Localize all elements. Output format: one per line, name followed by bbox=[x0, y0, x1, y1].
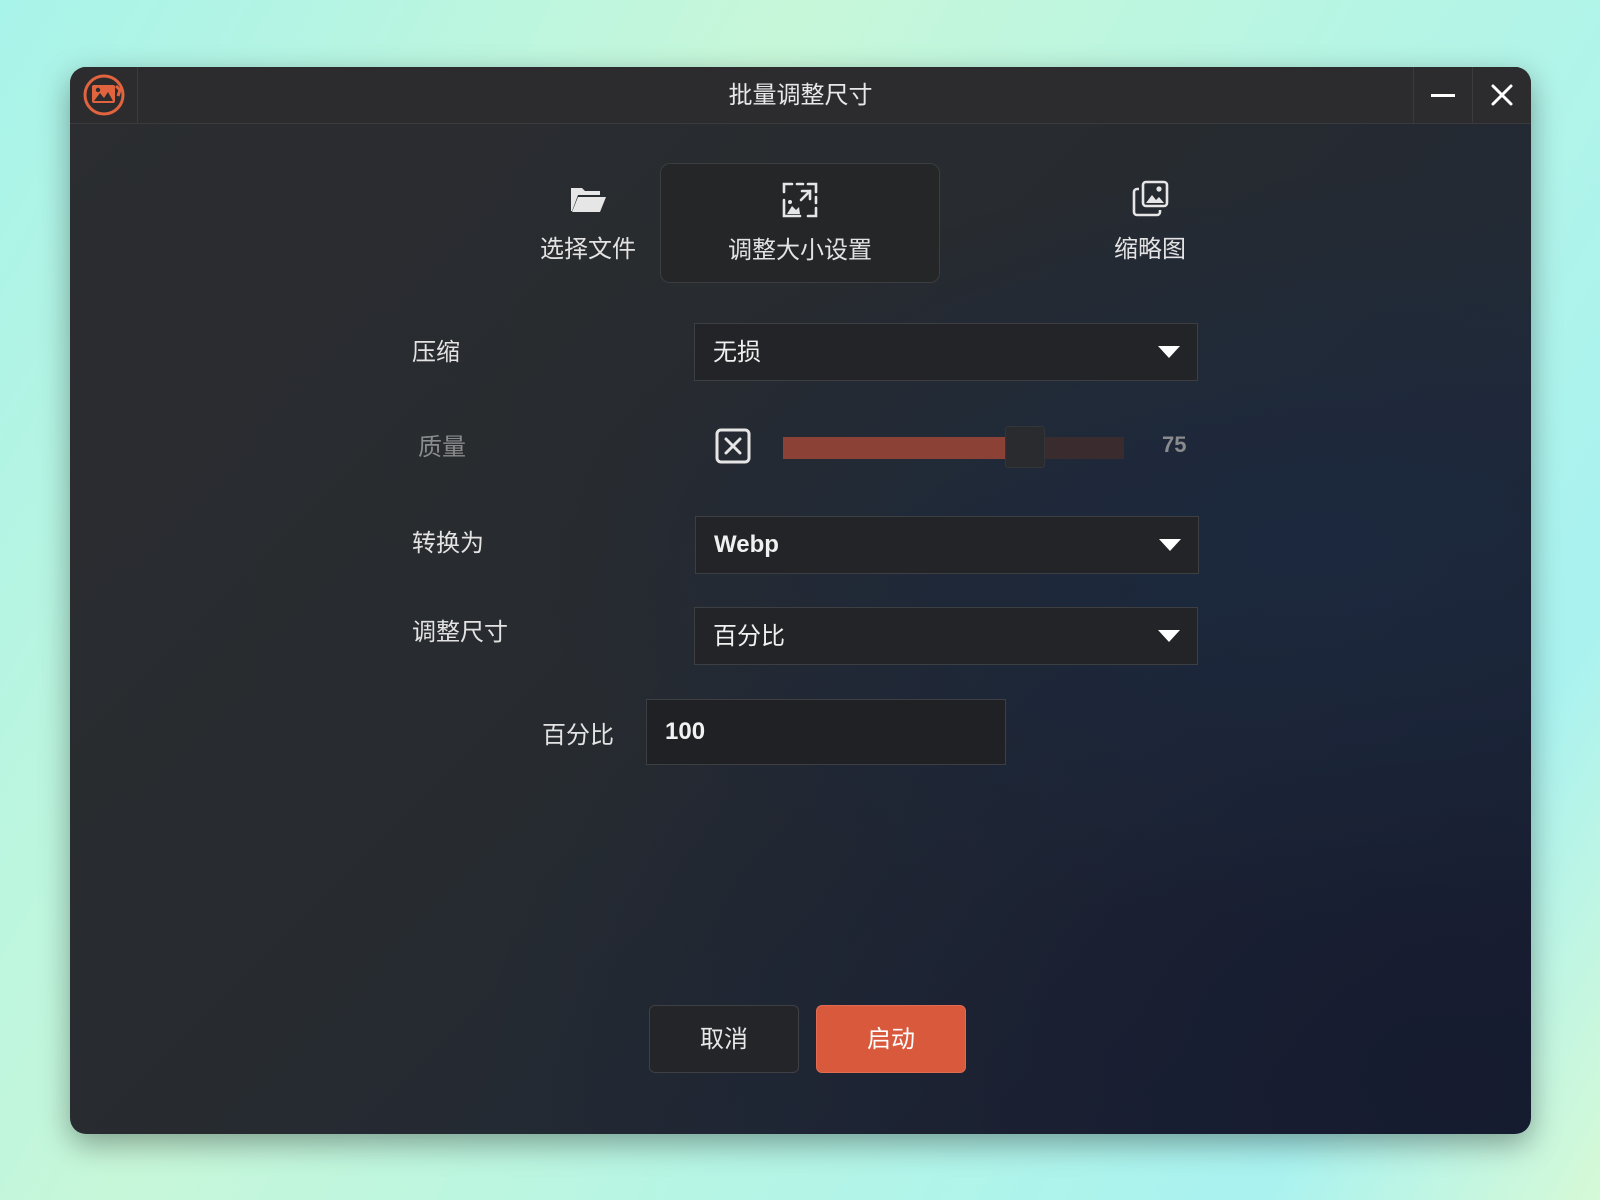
quality-slider-fill bbox=[783, 437, 1005, 459]
minimize-button[interactable] bbox=[1413, 67, 1472, 123]
resize-image-icon bbox=[782, 182, 818, 218]
start-button[interactable]: 启动 bbox=[816, 1005, 966, 1073]
cancel-button[interactable]: 取消 bbox=[649, 1005, 799, 1073]
percentage-label: 百分比 bbox=[542, 721, 614, 749]
compression-select[interactable]: 无损 bbox=[694, 323, 1198, 381]
tab-resize-settings[interactable]: 调整大小设置 bbox=[660, 163, 940, 283]
quality-value: 75 bbox=[1162, 432, 1187, 457]
resize-label: 调整尺寸 bbox=[412, 618, 508, 646]
convert-to-value: Webp bbox=[714, 531, 779, 558]
chevron-down-icon bbox=[1159, 539, 1181, 551]
resize-select[interactable]: 百分比 bbox=[694, 607, 1198, 665]
compression-value: 无损 bbox=[713, 338, 761, 366]
close-icon bbox=[1491, 84, 1513, 106]
compression-label: 压缩 bbox=[412, 338, 460, 366]
x-checkbox-icon[interactable] bbox=[715, 428, 751, 464]
resize-value: 百分比 bbox=[713, 622, 785, 650]
convert-to-select[interactable]: Webp bbox=[695, 516, 1199, 574]
close-button[interactable] bbox=[1472, 67, 1531, 123]
thumbnail-gallery-icon bbox=[1132, 180, 1169, 217]
tab-label: 缩略图 bbox=[1114, 235, 1186, 263]
tab-label: 调整大小设置 bbox=[728, 236, 872, 264]
title-bar: 批量调整尺寸 bbox=[70, 67, 1531, 124]
convert-to-label: 转换为 bbox=[412, 529, 484, 557]
folder-open-icon bbox=[571, 188, 606, 212]
chevron-down-icon bbox=[1158, 630, 1180, 642]
tab-thumbnails[interactable]: 缩略图 bbox=[1010, 163, 1290, 283]
chevron-down-icon bbox=[1158, 346, 1180, 358]
quality-slider[interactable] bbox=[783, 426, 1124, 468]
window-title: 批量调整尺寸 bbox=[728, 81, 873, 109]
minimize-icon bbox=[1431, 94, 1455, 97]
batch-resize-window: 批量调整尺寸 选择文件 调整大小设置 缩略图 压缩 无损 质量 75 转换为 W… bbox=[70, 67, 1531, 1134]
quality-label: 质量 bbox=[418, 433, 466, 461]
quality-slider-handle[interactable] bbox=[1005, 426, 1045, 468]
percentage-input[interactable] bbox=[646, 699, 1006, 765]
